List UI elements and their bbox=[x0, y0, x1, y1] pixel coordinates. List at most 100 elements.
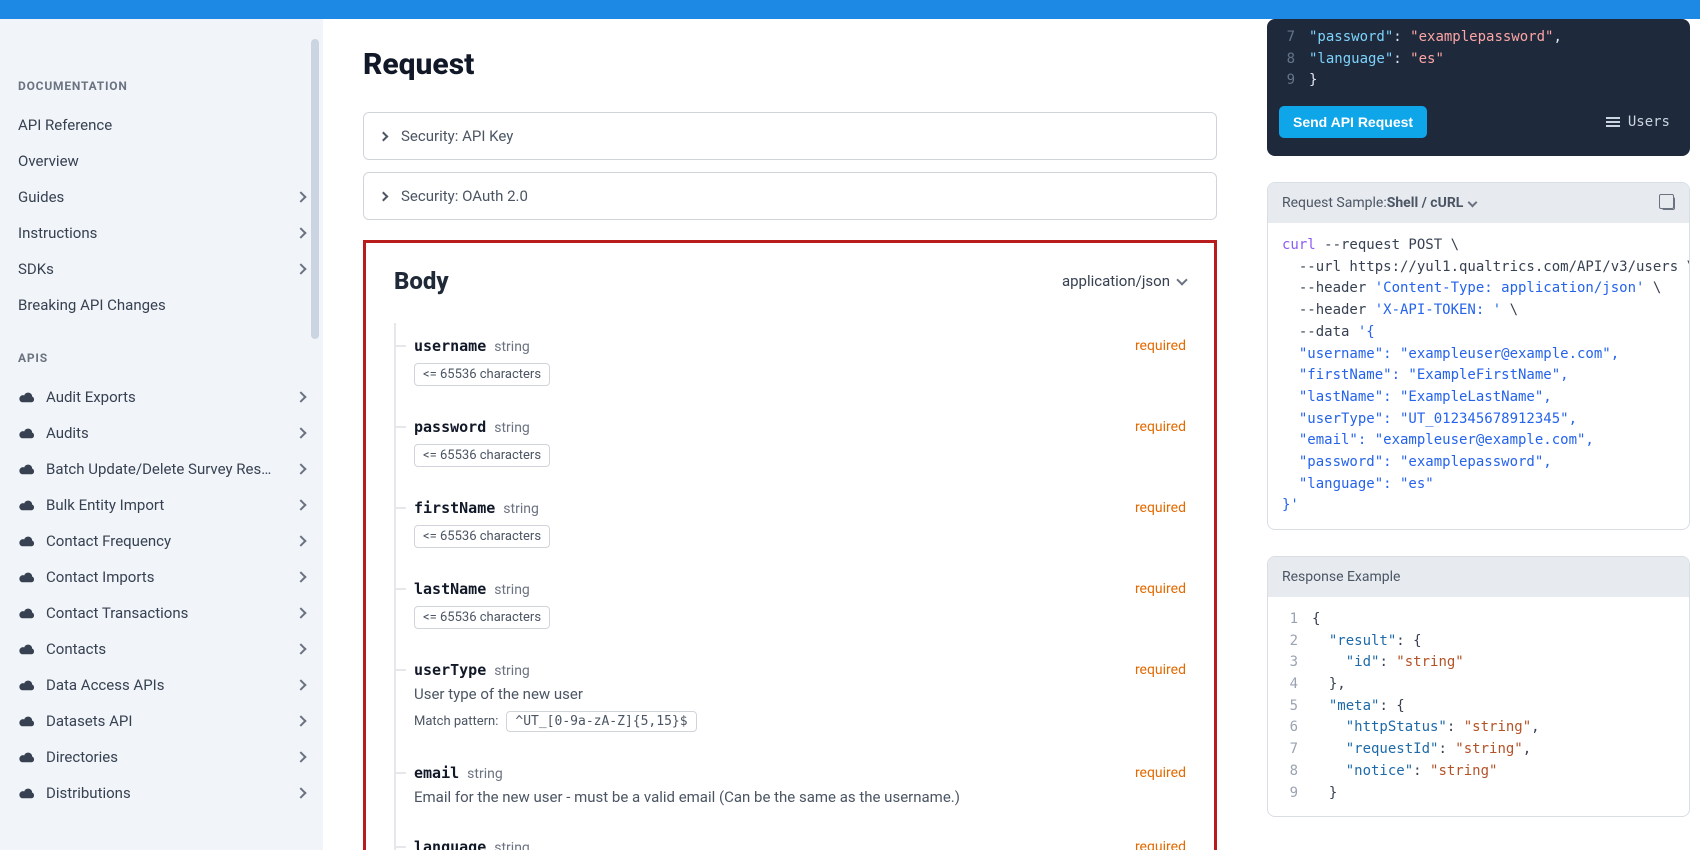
field-name: language bbox=[414, 838, 486, 850]
body-field: usernamestringrequired<= 65536 character… bbox=[394, 323, 1186, 404]
field-constraint: <= 65536 characters bbox=[414, 606, 550, 629]
chevron-right-icon bbox=[295, 227, 306, 238]
chevron-right-icon bbox=[295, 499, 306, 510]
response-example-title: Response Example bbox=[1282, 569, 1400, 585]
body-field: languagestringrequired<= 65536 character… bbox=[394, 824, 1186, 850]
request-body-preview: 7 "password": "examplepassword",8 "langu… bbox=[1267, 19, 1690, 156]
chevron-right-icon bbox=[295, 263, 306, 274]
sidebar-item-label: API Reference bbox=[18, 116, 112, 134]
field-name: firstName bbox=[414, 499, 495, 517]
sidebar-item-label: Overview bbox=[18, 152, 79, 170]
chevron-right-icon bbox=[295, 535, 306, 546]
sidebar-doc-item[interactable]: Instructions bbox=[0, 215, 323, 251]
chevron-down-icon bbox=[1468, 197, 1478, 207]
sidebar-item-label: Contact Imports bbox=[46, 568, 154, 586]
chevron-right-icon bbox=[295, 391, 306, 402]
sidebar-item-label: Audit Exports bbox=[46, 388, 136, 406]
code-line: 7 "requestId": "string", bbox=[1282, 739, 1675, 761]
body-field: firstName string required <= 65536 characte… bbox=[394, 485, 1186, 566]
request-sample-title-prefix: Request Sample: bbox=[1282, 195, 1387, 211]
sidebar-api-item[interactable]: Contact Imports bbox=[0, 559, 323, 595]
field-name: email bbox=[414, 764, 459, 782]
field-type: string bbox=[494, 420, 530, 436]
field-name: username bbox=[414, 337, 486, 355]
required-tag: required bbox=[1135, 765, 1186, 781]
sidebar-api-item[interactable]: Audit Exports bbox=[0, 379, 323, 415]
sidebar-item-label: Batch Update/Delete Survey Res… bbox=[46, 460, 271, 478]
sidebar-doc-item[interactable]: Breaking API Changes bbox=[0, 287, 323, 323]
sidebar-item-label: Datasets API bbox=[46, 712, 132, 730]
required-tag: required bbox=[1135, 839, 1186, 850]
sidebar-api-item[interactable]: Bulk Entity Import bbox=[0, 487, 323, 523]
sidebar-heading-documentation: DOCUMENTATION bbox=[0, 47, 323, 107]
sidebar-doc-item[interactable]: API Reference bbox=[0, 107, 323, 143]
required-tag: required bbox=[1135, 500, 1186, 516]
environment-label: Users bbox=[1628, 114, 1670, 130]
sidebar-api-item[interactable]: Data Access APIs bbox=[0, 667, 323, 703]
required-tag: required bbox=[1135, 419, 1186, 435]
sidebar-api-item[interactable]: Contact Frequency bbox=[0, 523, 323, 559]
chevron-down-icon bbox=[1176, 274, 1187, 285]
code-line: 2 "result": { bbox=[1282, 631, 1675, 653]
sidebar-api-item[interactable]: Contact Transactions bbox=[0, 595, 323, 631]
body-field: userTypestringrequiredUser type of the n… bbox=[394, 647, 1186, 750]
field-name: password bbox=[414, 418, 486, 436]
sidebar-doc-item[interactable]: Guides bbox=[0, 179, 323, 215]
body-field: lastName string required <= 65536 character… bbox=[394, 566, 1186, 647]
sidebar: DOCUMENTATION API Reference Overview Guide… bbox=[0, 19, 323, 850]
chevron-right-icon bbox=[295, 643, 306, 654]
code-line: 4 }, bbox=[1282, 674, 1675, 696]
security-oauth-toggle[interactable]: Security: OAuth 2.0 bbox=[363, 172, 1217, 220]
sidebar-api-item[interactable]: Distributions bbox=[0, 775, 323, 811]
code-line: 6 "httpStatus": "string", bbox=[1282, 717, 1675, 739]
chevron-right-icon bbox=[295, 679, 306, 690]
sidebar-item-label: Contact Transactions bbox=[46, 604, 188, 622]
field-constraint: <= 65536 characters bbox=[414, 444, 550, 467]
sidebar-api-item[interactable]: Directories bbox=[0, 739, 323, 775]
request-sample-lang: Shell / cURL bbox=[1387, 195, 1464, 211]
field-description: Email for the new user - must be a valid… bbox=[414, 788, 1186, 806]
send-api-request-button[interactable]: Send API Request bbox=[1279, 106, 1427, 138]
main-content: Request Security: API Key Security: OAut… bbox=[323, 19, 1257, 850]
sidebar-api-item[interactable]: Batch Update/Delete Survey Res… bbox=[0, 451, 323, 487]
field-description: User type of the new user bbox=[414, 685, 1186, 703]
field-name: userType bbox=[414, 661, 486, 679]
required-tag: required bbox=[1135, 662, 1186, 678]
required-tag: required bbox=[1135, 581, 1186, 597]
body-field: password string required <= 65536 character… bbox=[394, 404, 1186, 485]
chevron-right-icon bbox=[379, 131, 389, 141]
code-line: 9 } bbox=[1282, 783, 1675, 805]
sidebar-api-item[interactable]: Contacts bbox=[0, 631, 323, 667]
right-rail: 7 "password": "examplepassword",8 "langu… bbox=[1257, 19, 1700, 850]
field-type: string bbox=[503, 501, 539, 517]
field-type: string bbox=[494, 582, 530, 598]
body-title: Body bbox=[394, 267, 449, 295]
pattern-label: Match pattern: bbox=[414, 714, 498, 729]
chevron-right-icon bbox=[295, 463, 306, 474]
top-bar bbox=[0, 0, 1700, 19]
sidebar-item-label: Guides bbox=[18, 188, 64, 206]
sidebar-scrollbar[interactable] bbox=[311, 39, 319, 339]
chevron-right-icon bbox=[295, 715, 306, 726]
sidebar-api-item[interactable]: Audits bbox=[0, 415, 323, 451]
copy-icon[interactable] bbox=[1662, 197, 1675, 210]
sidebar-doc-item[interactable]: SDKs bbox=[0, 251, 323, 287]
code-line: 3 "id": "string" bbox=[1282, 652, 1675, 674]
content-type-dropdown[interactable]: application/json bbox=[1062, 272, 1186, 290]
code-line: 8 "notice": "string" bbox=[1282, 761, 1675, 783]
chevron-right-icon bbox=[295, 427, 306, 438]
sidebar-item-label: Breaking API Changes bbox=[18, 296, 166, 314]
sidebar-doc-item[interactable]: Overview bbox=[0, 143, 323, 179]
field-constraint: <= 65536 characters bbox=[414, 525, 550, 548]
security-apikey-label: Security: API Key bbox=[401, 127, 513, 145]
chevron-right-icon bbox=[295, 571, 306, 582]
sidebar-api-item[interactable]: Datasets API bbox=[0, 703, 323, 739]
body-section: Body application/json usernamestringrequ… bbox=[363, 240, 1217, 850]
request-sample-lang-dropdown[interactable]: Request Sample: Shell / cURL bbox=[1282, 195, 1476, 211]
environment-picker[interactable]: Users bbox=[1606, 114, 1678, 130]
code-line: 5 "meta": { bbox=[1282, 696, 1675, 718]
field-name: lastName bbox=[414, 580, 486, 598]
security-apikey-toggle[interactable]: Security: API Key bbox=[363, 112, 1217, 160]
sidebar-item-label: Directories bbox=[46, 748, 118, 766]
chevron-right-icon bbox=[295, 191, 306, 202]
